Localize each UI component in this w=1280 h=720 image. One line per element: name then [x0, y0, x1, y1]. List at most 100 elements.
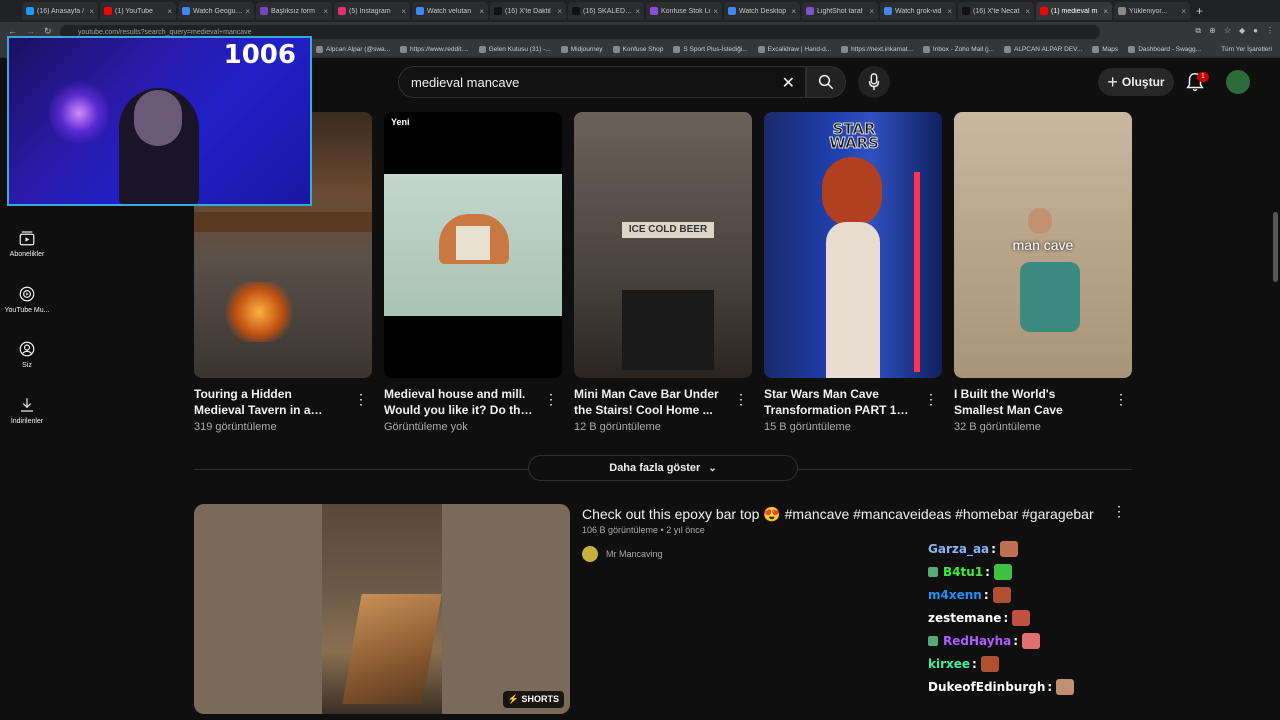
tab-close-icon[interactable]: ×	[1103, 7, 1108, 16]
short-title[interactable]: I Built the World's Smallest Man Cave	[954, 386, 1104, 418]
tab-close-icon[interactable]: ×	[167, 7, 172, 16]
browser-tab[interactable]: Watch Desktop ×	[724, 2, 800, 20]
browser-tab[interactable]: (1) YouTube ×	[100, 2, 176, 20]
bookmark-item[interactable]: https://www.reddit....	[400, 46, 469, 53]
new-tab-icon[interactable]: +	[1196, 4, 1203, 18]
short-thumbnail[interactable]: Yeni	[384, 112, 562, 378]
browser-tab[interactable]: Watch Geoguessr ×	[178, 2, 254, 20]
bookmark-star-icon[interactable]: ☆	[1224, 26, 1231, 36]
tab-title: Konfuse Stok Li	[661, 7, 711, 15]
tab-close-icon[interactable]: ×	[947, 7, 952, 16]
show-more-button[interactable]: Daha fazla göster ⌄	[528, 455, 798, 481]
browser-tab[interactable]: LightShot taraf ×	[802, 2, 878, 20]
all-bookmarks[interactable]: Tüm Yer İşaretleri	[1221, 46, 1272, 53]
account-avatar[interactable]	[1226, 70, 1250, 94]
more-options-icon[interactable]: ⋮	[734, 392, 748, 408]
bookmark-item[interactable]: S Sport Plus-İstediği...	[673, 46, 748, 53]
tab-title: (16) Anasayfa /	[37, 7, 85, 15]
stream-counter: 1006	[223, 40, 296, 70]
bookmark-favicon-icon	[841, 46, 849, 53]
short-thumbnail[interactable]: ICE COLD BEER	[574, 112, 752, 378]
browser-tab[interactable]: (16) SKALEDUS ×	[568, 2, 644, 20]
back-icon[interactable]: ←	[8, 26, 17, 36]
browser-tab[interactable]: (16) X'te Daktil ×	[490, 2, 566, 20]
install-icon[interactable]: ⧉	[1195, 26, 1201, 36]
bookmark-item[interactable]: Dashboard - Swagg...	[1128, 46, 1201, 53]
browser-tab[interactable]: (1) medieval m ×	[1036, 2, 1112, 20]
browser-tab[interactable]: (16) X'te Necat ×	[958, 2, 1034, 20]
bookmark-item[interactable]: Konfuse Shop	[612, 46, 663, 53]
browser-tab[interactable]: Yükleniyor... ×	[1114, 2, 1190, 20]
channel-name[interactable]: Mr Mancaving	[606, 549, 663, 559]
bookmark-item[interactable]: Gelen Kutusu (31) -...	[478, 46, 551, 53]
voice-search-button[interactable]	[858, 66, 890, 98]
short-card[interactable]: Yeni Medieval house and mill. Would you …	[384, 112, 562, 433]
bookmark-item[interactable]: Excalidraw | Hand-d...	[757, 46, 831, 53]
profile-icon[interactable]: ●	[1253, 26, 1258, 36]
search-input[interactable]: medieval mancave ✕	[398, 66, 806, 98]
more-options-icon[interactable]: ⋮	[354, 392, 368, 408]
channel-avatar[interactable]	[582, 546, 598, 562]
tab-close-icon[interactable]: ×	[89, 7, 94, 16]
search-button[interactable]	[806, 66, 846, 98]
short-card[interactable]: STAR WARS Star Wars Man Cave Transformati…	[764, 112, 942, 433]
browser-tab[interactable]: Watch grok-vid ×	[880, 2, 956, 20]
tab-close-icon[interactable]: ×	[869, 7, 874, 16]
tab-close-icon[interactable]: ×	[791, 7, 796, 16]
video-meta: 106 B görüntüleme • 2 yıl önce	[582, 525, 705, 535]
menu-icon[interactable]: ⋮	[1266, 26, 1274, 36]
bookmark-item[interactable]: https://next.inkamat...	[841, 46, 913, 53]
page-scrollbar[interactable]	[1273, 212, 1278, 282]
short-thumbnail[interactable]: STAR WARS	[764, 112, 942, 378]
tab-close-icon[interactable]: ×	[401, 7, 406, 16]
channel-link[interactable]: Mr Mancaving	[582, 546, 663, 562]
tab-close-icon[interactable]: ×	[635, 7, 640, 16]
bookmark-item[interactable]: Midjourney	[560, 46, 603, 53]
short-card[interactable]: ICE COLD BEER Mini Man Cave Bar Under th…	[574, 112, 752, 433]
bookmark-item[interactable]: Alpcan Alpar (@swa...	[316, 46, 390, 53]
tab-close-icon[interactable]: ×	[1025, 7, 1030, 16]
bookmark-item[interactable]: Maps	[1092, 46, 1118, 53]
browser-tab[interactable]: (16) Anasayfa / ×	[22, 2, 98, 20]
short-title[interactable]: Mini Man Cave Bar Under the Stairs! Cool…	[574, 386, 724, 418]
video-title[interactable]: Check out this epoxy bar top 😍 #mancave …	[582, 506, 1094, 523]
notification-badge: 1	[1197, 72, 1209, 82]
browser-tab[interactable]: Başlıksız form ×	[256, 2, 332, 20]
short-title[interactable]: Star Wars Man Cave Transformation PART 1…	[764, 386, 914, 418]
forward-icon[interactable]: →	[26, 26, 35, 36]
short-title[interactable]: Touring a Hidden Medieval Tavern in a Ba…	[194, 386, 344, 418]
extensions-icon[interactable]: ◆	[1239, 26, 1245, 36]
sidebar-item-you[interactable]: Siz	[0, 340, 54, 369]
video-thumbnail[interactable]: ⚡ SHORTS	[194, 504, 570, 714]
bookmark-item[interactable]: Inbox - Zoho Mail (j...	[922, 46, 994, 53]
tab-close-icon[interactable]: ×	[713, 7, 718, 16]
more-options-icon[interactable]: ⋮	[1114, 392, 1128, 408]
tab-close-icon[interactable]: ×	[323, 7, 328, 16]
chat-username: zestemane	[928, 610, 1002, 625]
sidebar-item-youtube-music[interactable]: YouTube Mu...	[0, 285, 54, 314]
browser-tab[interactable]: (5) Instagram ×	[334, 2, 410, 20]
tab-close-icon[interactable]: ×	[557, 7, 562, 16]
sidebar-item-downloads[interactable]: İndirilenler	[0, 396, 54, 425]
tab-favicon-icon	[572, 7, 580, 15]
bookmark-label: Midjourney	[570, 46, 603, 53]
more-options-icon[interactable]: ⋮	[924, 392, 938, 408]
more-options-icon[interactable]: ⋮	[544, 392, 558, 408]
clear-search-icon[interactable]: ✕	[782, 73, 795, 93]
tab-close-icon[interactable]: ×	[245, 7, 250, 16]
bookmark-label: Dashboard - Swagg...	[1138, 46, 1202, 53]
short-card[interactable]: man cave I Built the World's Smallest Ma…	[954, 112, 1132, 433]
sidebar-item-subscriptions[interactable]: Abonelikler	[0, 229, 54, 258]
browser-tab[interactable]: Konfuse Stok Li ×	[646, 2, 722, 20]
short-title[interactable]: Medieval house and mill. Would you like …	[384, 386, 534, 418]
zoom-icon[interactable]: ⊕	[1209, 26, 1216, 36]
tab-close-icon[interactable]: ×	[1181, 7, 1186, 16]
create-button[interactable]: + Oluştur	[1098, 68, 1174, 96]
more-options-icon[interactable]: ⋮	[1112, 503, 1126, 520]
browser-tab[interactable]: Watch velutan ×	[412, 2, 488, 20]
tab-favicon-icon	[26, 7, 34, 15]
tab-close-icon[interactable]: ×	[479, 7, 484, 16]
plus-icon: +	[1107, 71, 1118, 92]
bookmark-item[interactable]: ALPCAN ALPAR DEV...	[1003, 46, 1082, 53]
short-thumbnail[interactable]: man cave	[954, 112, 1132, 378]
